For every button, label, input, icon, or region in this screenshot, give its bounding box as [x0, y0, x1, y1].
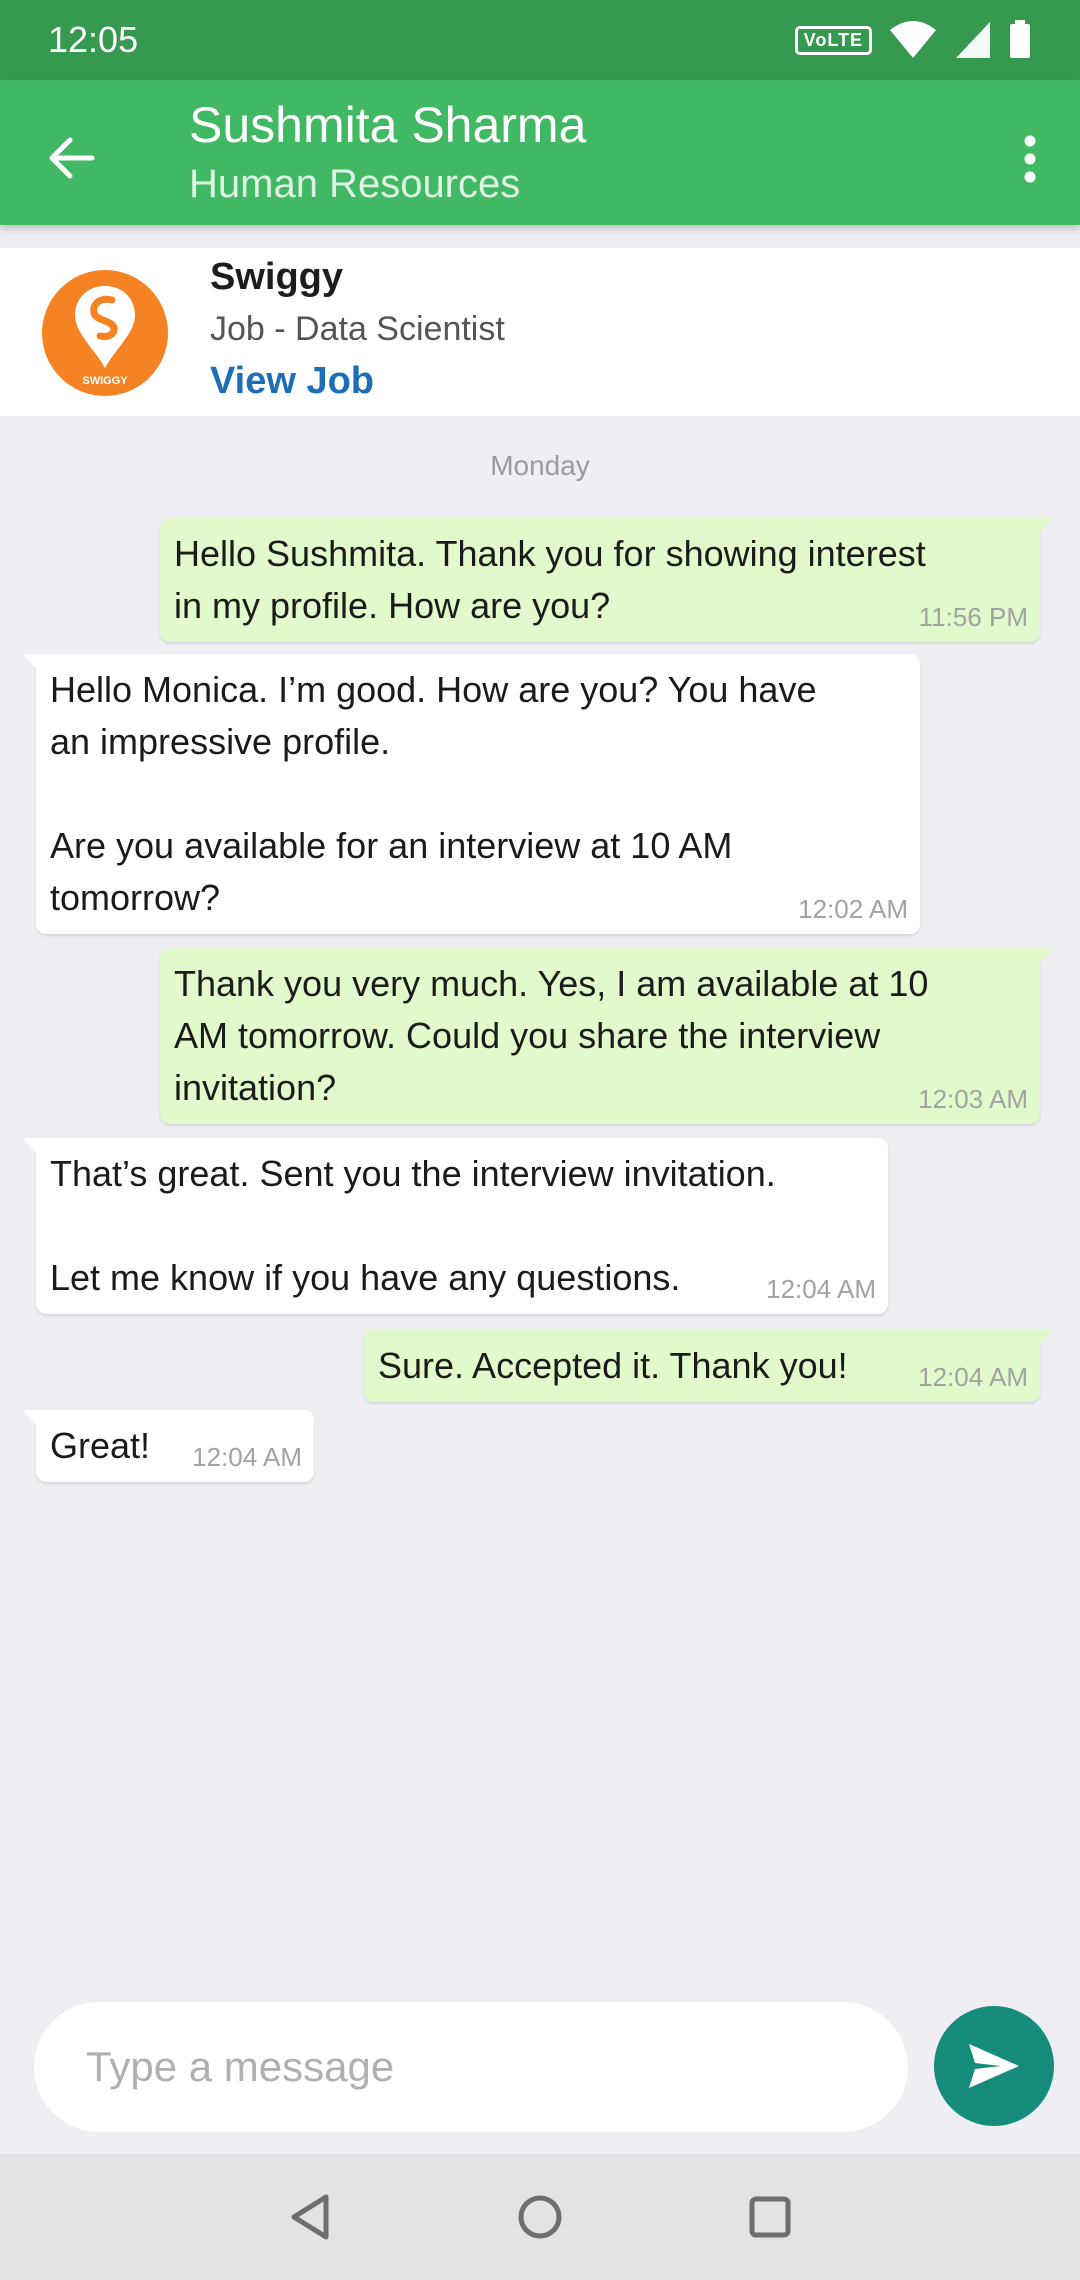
job-card[interactable]: SWIGGY Swiggy Job - Data Scientist View … [0, 248, 1080, 416]
message-text: That’s great. Sent you the interview inv… [50, 1153, 776, 1298]
company-name: Swiggy [210, 256, 344, 298]
message-bubble-outgoing[interactable]: Thank you very much. Yes, I am available… [160, 948, 1054, 1124]
status-time: 12:05 [48, 19, 139, 60]
company-logo: SWIGGY [42, 270, 168, 396]
status-icons: VoLTE [794, 20, 1032, 60]
send-button[interactable] [934, 2006, 1054, 2126]
more-options-button[interactable] [1000, 124, 1060, 194]
swiggy-logo-icon: SWIGGY [75, 286, 135, 387]
message-bubble-outgoing[interactable]: Hello Sushmita. Thank you for showing in… [160, 518, 1054, 642]
message-bubble-outgoing[interactable]: Sure. Accepted it. Thank you! 12:04 AM [364, 1330, 1054, 1402]
nav-recents-icon [749, 2196, 791, 2238]
message-time: 12:04 AM [766, 1274, 876, 1304]
message-time: 11:56 PM [918, 602, 1028, 632]
message-bubble-incoming[interactable]: Hello Monica. I’m good. How are you? You… [22, 654, 920, 934]
day-separator: Monday [490, 450, 590, 481]
message-input[interactable]: Type a message [34, 2002, 908, 2132]
nav-recents-button[interactable] [740, 2187, 800, 2247]
nav-home-button[interactable] [510, 2187, 570, 2247]
back-button[interactable] [36, 122, 108, 194]
nav-back-icon [291, 2194, 329, 2240]
message-text: Thank you very much. Yes, I am available… [174, 963, 929, 1108]
message-bubble-incoming[interactable]: Great! 12:04 AM [22, 1410, 314, 1482]
message-time: 12:04 AM [918, 1362, 1028, 1392]
wifi-icon [890, 21, 936, 58]
nav-back-button[interactable] [280, 2187, 340, 2247]
nav-home-icon [518, 2195, 562, 2239]
message-text: Hello Monica. I’m good. How are you? You… [50, 669, 817, 918]
back-arrow-icon [49, 137, 95, 179]
system-nav-bar [0, 2154, 1080, 2280]
message-input-placeholder: Type a message [86, 2043, 395, 2090]
status-bar: 12:05 VoLTE [0, 0, 1080, 80]
more-vert-icon [1024, 135, 1036, 183]
message-time: 12:02 AM [798, 894, 908, 924]
message-bubble-incoming[interactable]: That’s great. Sent you the interview inv… [22, 1138, 888, 1314]
volte-badge: VoLTE [794, 25, 872, 55]
message-text: Hello Sushmita. Thank you for showing in… [174, 533, 926, 626]
signal-icon [956, 22, 990, 58]
view-job-link[interactable]: View Job [210, 360, 374, 403]
battery-icon [1010, 20, 1030, 58]
app-bar: Sushmita Sharma Human Resources [0, 80, 1080, 225]
contact-role: Human Resources [189, 162, 521, 206]
message-time: 12:04 AM [192, 1442, 302, 1472]
message-time: 12:03 AM [918, 1084, 1028, 1114]
contact-name[interactable]: Sushmita Sharma [189, 96, 586, 154]
logo-text: SWIGGY [82, 375, 128, 387]
job-title: Job - Data Scientist [210, 310, 505, 348]
send-icon [969, 2044, 1019, 2088]
